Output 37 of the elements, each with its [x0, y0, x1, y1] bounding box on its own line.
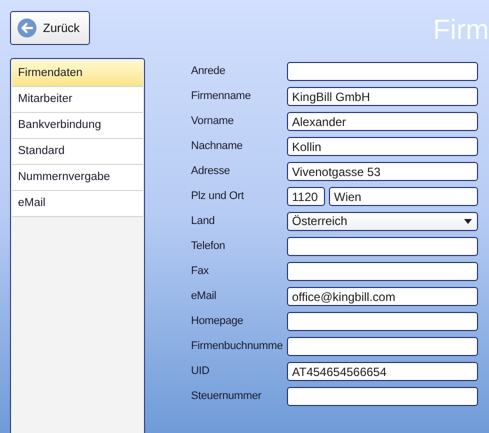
country-dropdown[interactable]: Österreich: [287, 212, 478, 231]
text-field[interactable]: [287, 62, 478, 81]
text-field[interactable]: [287, 237, 478, 256]
field-label: Firmenbuchnumme: [191, 339, 284, 354]
back-button[interactable]: Zurück: [10, 11, 90, 45]
city-field[interactable]: Wien: [329, 187, 478, 206]
sidebar-item[interactable]: eMail: [12, 191, 143, 217]
field-label: Anrede: [191, 64, 226, 80]
field-label: Land: [191, 214, 216, 230]
text-field[interactable]: [287, 262, 478, 281]
text-field[interactable]: AT454654566654: [287, 362, 478, 381]
sidebar-item[interactable]: Nummernvergabe: [12, 165, 143, 191]
field-label: Vorname: [191, 114, 235, 130]
field-label: Steuernummer: [191, 389, 262, 404]
field-label: Nachname: [191, 139, 244, 154]
sidebar-item[interactable]: Mitarbeiter: [12, 87, 143, 113]
field-label: Plz und Ort: [191, 189, 245, 204]
postcode-field[interactable]: 1120: [287, 187, 325, 206]
text-field[interactable]: Kollin: [287, 137, 478, 156]
field-label: Adresse: [191, 164, 231, 180]
field-label: Firmenname: [191, 89, 252, 104]
text-field[interactable]: KingBill GmbH: [287, 87, 478, 106]
sidebar-item[interactable]: Standard: [12, 139, 143, 165]
sidebar-item[interactable]: Firmendaten: [12, 61, 143, 87]
field-label: UID: [191, 364, 210, 380]
field-label: eMail: [191, 289, 218, 304]
field-label: Homepage: [191, 314, 244, 330]
text-field[interactable]: [287, 337, 478, 356]
text-field[interactable]: [287, 387, 478, 406]
text-field[interactable]: Alexander: [287, 112, 478, 131]
text-field[interactable]: office@kingbill.com: [287, 287, 478, 306]
text-field[interactable]: [287, 312, 478, 331]
sidebar-item[interactable]: Bankverbindung: [12, 113, 143, 139]
caret-icon: [464, 219, 472, 224]
text-field[interactable]: Vivenotgasse 53: [287, 162, 478, 181]
field-label: Fax: [191, 264, 210, 280]
field-label: Telefon: [191, 239, 226, 254]
